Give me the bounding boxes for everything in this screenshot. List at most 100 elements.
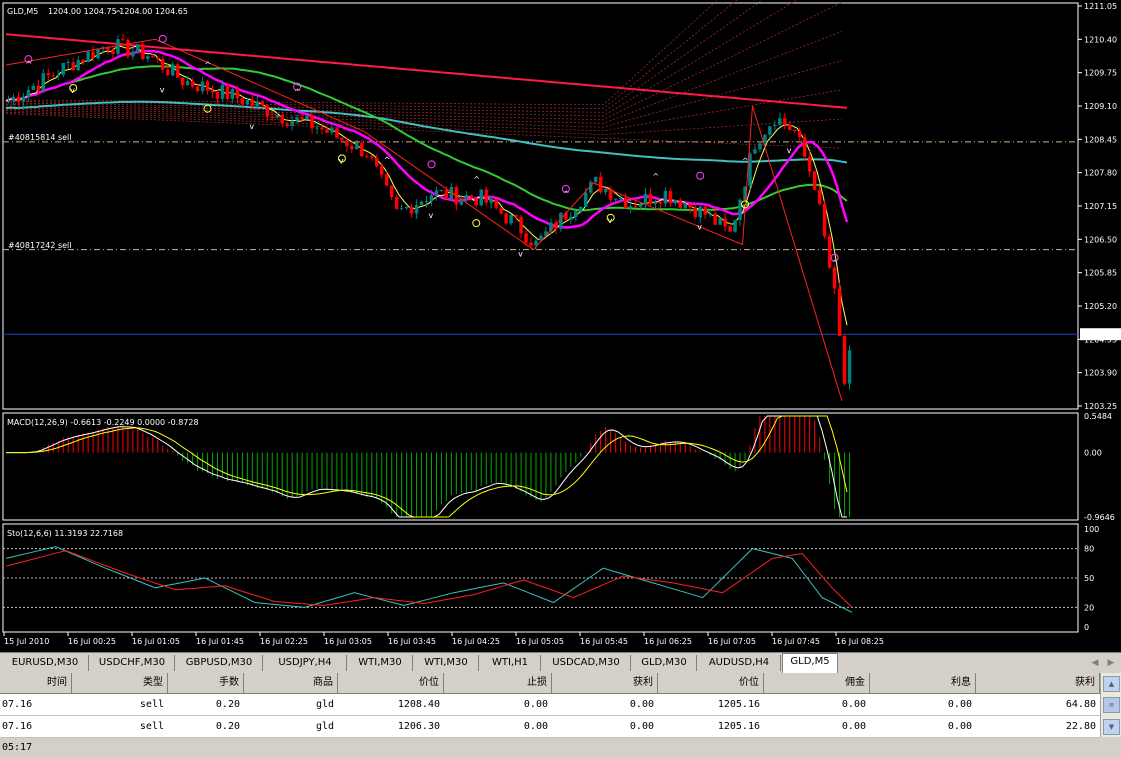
column-header[interactable]: 利息	[870, 673, 976, 693]
tab-wti-h1[interactable]: WTI,H1	[480, 655, 541, 671]
tab-usdchf-m30[interactable]: USDCHF,M30	[90, 655, 175, 671]
candle-body	[190, 81, 195, 87]
fractal-down-icon: v	[518, 249, 523, 258]
candle-body	[429, 195, 434, 202]
candle-body	[812, 171, 817, 190]
candle-body	[758, 143, 762, 150]
candle-body	[340, 137, 344, 141]
macd-tick-label: 0.00	[1084, 449, 1102, 458]
candle-body	[698, 206, 702, 218]
candle-body	[653, 202, 658, 205]
candle-body	[613, 198, 618, 200]
candle-body	[598, 176, 603, 193]
candle-body	[593, 176, 598, 183]
candle-body	[633, 206, 638, 208]
column-header[interactable]: 获利	[976, 673, 1100, 693]
candle-body	[668, 190, 673, 204]
time-tick-label: 16 Jul 01:05	[132, 637, 180, 646]
candle-body	[285, 123, 289, 126]
time-tick-label: 16 Jul 02:25	[260, 637, 308, 646]
column-header[interactable]: 手数	[168, 673, 244, 693]
tab-wti-m30[interactable]: WTI,M30	[348, 655, 413, 671]
candle-body	[603, 188, 608, 193]
scroll-up-icon[interactable]: ▲	[1103, 676, 1120, 692]
candle-body	[56, 74, 60, 76]
candle-body	[514, 215, 518, 217]
tab-scroll-left-icon[interactable]: ◀	[1088, 656, 1102, 670]
column-header[interactable]: 止损	[444, 673, 552, 693]
candle-body	[474, 198, 479, 206]
candle-body	[718, 218, 722, 225]
candle-body	[46, 73, 51, 76]
stoch-tick-label: 20	[1084, 603, 1094, 612]
tab-gld-m30[interactable]: GLD,M30	[632, 655, 697, 671]
tab-usdcad-m30[interactable]: USDCAD,M30	[542, 655, 631, 671]
time-tick-label: 16 Jul 04:25	[452, 637, 500, 646]
column-header[interactable]: 商品	[244, 673, 338, 693]
column-header[interactable]: 类型	[72, 673, 168, 693]
scroll-down-icon[interactable]: ▼	[1103, 719, 1120, 735]
table-cell: 0.00	[947, 721, 972, 732]
price-tick-label: 1203.90	[1084, 369, 1117, 378]
stoch-tick-label: 0	[1084, 623, 1089, 632]
table-cell: 0.20	[215, 721, 240, 732]
tab-wti-m30[interactable]: WTI,M30	[414, 655, 479, 671]
candle-body	[280, 115, 284, 124]
column-header[interactable]: 获利	[552, 673, 658, 693]
candle-body	[773, 124, 777, 127]
fractal-up-icon: ^	[742, 156, 749, 165]
candle-body	[404, 206, 409, 209]
table-scrollbar[interactable]: ▲ ≡ ▼	[1100, 673, 1121, 737]
candle-body	[409, 206, 414, 214]
candle-body	[210, 90, 215, 93]
candle-body	[519, 216, 523, 234]
time-tick-label: 16 Jul 08:25	[836, 637, 884, 646]
column-header[interactable]: 价位	[338, 673, 444, 693]
candle-body	[170, 64, 175, 76]
candle-body	[310, 115, 314, 129]
candle-body	[793, 129, 797, 131]
candle-body	[6, 101, 11, 103]
candle-body	[76, 59, 80, 71]
candle-body	[220, 85, 225, 99]
candle-body	[121, 39, 125, 41]
candle-body	[783, 118, 787, 126]
candle-body	[330, 128, 334, 133]
candle-body	[643, 193, 648, 205]
candle-body	[151, 56, 155, 58]
price-tick-label: 1208.45	[1084, 135, 1117, 144]
column-header[interactable]: 价位	[658, 673, 764, 693]
time-tick-label: 16 Jul 03:05	[324, 637, 372, 646]
column-header[interactable]: 佣金	[764, 673, 870, 693]
scroll-thumb[interactable]: ≡	[1103, 697, 1120, 713]
candle-body	[86, 51, 90, 63]
candle-body	[41, 73, 46, 91]
candle-body	[51, 75, 56, 77]
tab-gld-m5[interactable]: GLD,M5	[782, 653, 838, 673]
tab-usdjpy-h4[interactable]: USDJPY,H4	[264, 655, 347, 671]
candle-body	[161, 58, 165, 70]
chart-area[interactable]: ^v^v^v^v ^v^v^v^v^v^ 1211.051210.401209.7…	[0, 0, 1121, 652]
candle-body	[728, 226, 732, 232]
candle-body	[439, 189, 444, 191]
candle-body	[71, 62, 75, 71]
tab-audusd-h4[interactable]: AUDUSD,H4	[698, 655, 781, 671]
tab-gbpusd-m30[interactable]: GBPUSD,M30	[176, 655, 263, 671]
current-price-label: 1204.65	[1084, 330, 1117, 339]
candle-body	[225, 85, 230, 99]
candle-body	[529, 242, 533, 246]
table-row[interactable]: 07.16 05:17 sell 0.20 gld 1206.30 0.00 0.00 120…	[0, 716, 1100, 753]
candle-body	[713, 213, 717, 225]
column-header[interactable]: 时间	[0, 673, 72, 693]
time-tick-label: 16 Jul 07:05	[708, 637, 756, 646]
candle-body	[11, 96, 16, 102]
price-tick-label: 1207.80	[1084, 169, 1117, 178]
time-tick-label: 16 Jul 05:05	[516, 637, 564, 646]
tab-scroll-right-icon[interactable]: ▶	[1104, 656, 1118, 670]
candle-body	[345, 140, 349, 147]
table-cell: 0.00	[841, 699, 866, 710]
candle-body	[255, 101, 260, 106]
candle-body	[484, 189, 488, 203]
table-row[interactable]: 07.16 03:37 sell 0.20 gld 1208.40 0.00 0.00 120…	[0, 694, 1100, 731]
tab-eurusd-m30[interactable]: EURUSD,M30	[2, 655, 89, 671]
